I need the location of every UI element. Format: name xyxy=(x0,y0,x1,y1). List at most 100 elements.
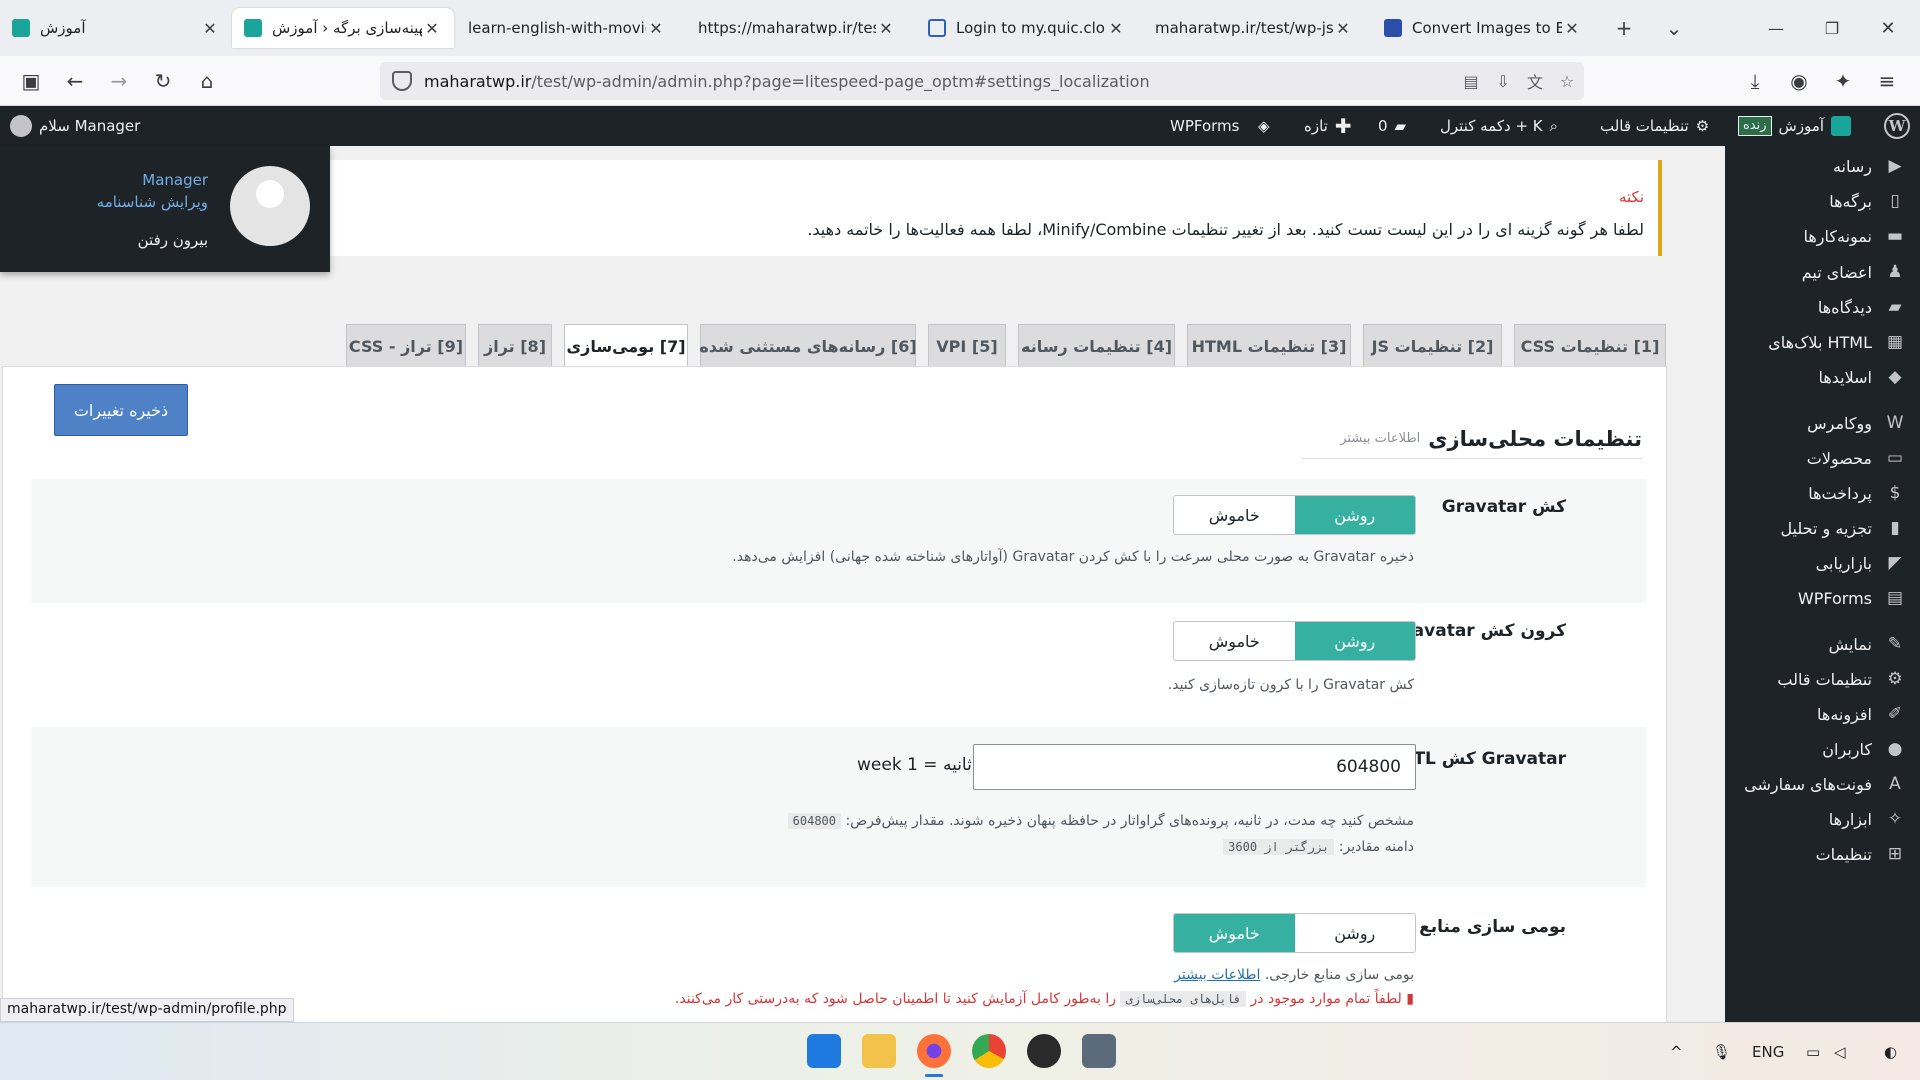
gravatar-cache-toggle[interactable]: خاموش روشن xyxy=(1173,495,1416,535)
toggle-on-option[interactable]: روشن xyxy=(1294,496,1415,534)
sidebar-item[interactable]: تجزیه و تحلیل ▮ xyxy=(1725,508,1920,548)
file-explorer-icon[interactable] xyxy=(862,1034,896,1068)
toggle-on-option[interactable]: روشن xyxy=(1294,622,1415,660)
tab-close-icon[interactable]: ✕ xyxy=(422,19,442,38)
browser-tab-active[interactable]: بهینه‌سازی برگه ‹ آموزش ✕ xyxy=(232,8,454,48)
sidebar-item[interactable]: تنظیمات ⊞ xyxy=(1725,834,1920,874)
close-window-button[interactable]: ✕ xyxy=(1868,8,1908,48)
tab-close-icon[interactable]: ✕ xyxy=(876,19,896,38)
tab-js-settings[interactable]: [2] تنظیمات JS xyxy=(1363,324,1502,368)
sidebar-item[interactable]: نمونه‌کارها ▬ xyxy=(1725,216,1920,256)
toggle-off-option[interactable]: خاموش xyxy=(1174,914,1295,952)
save-page-icon[interactable]: ⇩ xyxy=(1492,70,1514,92)
browser-tab[interactable]: Login to my.quic.cloud | ✕ xyxy=(916,8,1138,48)
logout-link[interactable]: بیرون رفتن xyxy=(138,231,208,249)
browser-tab[interactable]: https://maharatwp.ir/test/ ✕ xyxy=(686,8,908,48)
reader-view-icon[interactable]: ▤ xyxy=(1460,70,1482,92)
tab-list-chevron-icon[interactable]: ⌄ xyxy=(1654,8,1694,48)
notification-bell-icon[interactable]: ◐ xyxy=(1884,1023,1897,1080)
more-info-link[interactable]: اطلاعات بیشتر xyxy=(1174,967,1260,983)
section-more-info-link[interactable]: اطلاعات بیشتر xyxy=(1340,431,1420,446)
site-name-menu[interactable]: زنده آموزش xyxy=(1738,106,1852,146)
comments-menu[interactable]: 0 ▰ xyxy=(1378,106,1406,146)
home-icon[interactable]: ⌂ xyxy=(192,66,222,96)
sidebar-toggle-icon[interactable]: ▣ xyxy=(16,66,46,96)
browser-tab[interactable]: Convert Images to Base ✕ xyxy=(1372,8,1594,48)
avatar[interactable] xyxy=(230,166,310,246)
edit-profile-link[interactable]: ویرایش شناسنامه xyxy=(97,193,208,211)
back-arrow-icon[interactable]: ← xyxy=(60,66,90,96)
tab-tuning-css[interactable]: [9] تراز - CSS xyxy=(346,324,466,368)
sidebar-item[interactable]: تنظیمات قالب ⚙ xyxy=(1725,659,1920,699)
tab-localization[interactable]: [7] بومی‌سازی xyxy=(564,324,688,369)
user-display-name[interactable]: Manager xyxy=(142,171,208,189)
gravatar-ttl-input[interactable]: 604800 xyxy=(973,744,1416,790)
toggle-on-option[interactable]: روشن xyxy=(1294,914,1415,952)
sidebar-item[interactable]: ووکامرس W xyxy=(1725,403,1920,443)
tab-close-icon[interactable]: ✕ xyxy=(646,19,666,38)
tab-close-icon[interactable]: ✕ xyxy=(1562,19,1582,38)
tab-close-icon[interactable]: ✕ xyxy=(200,19,220,38)
tab-vpi[interactable]: [5] VPI xyxy=(928,324,1006,368)
tab-close-icon[interactable]: ✕ xyxy=(1106,19,1126,38)
sidebar-item[interactable]: اعضای تیم ♟ xyxy=(1725,252,1920,292)
wp-logo-menu[interactable]: W xyxy=(1884,106,1910,146)
localize-resources-toggle[interactable]: خاموش روشن xyxy=(1173,913,1416,953)
calculator-icon[interactable] xyxy=(1082,1034,1116,1068)
sidebar-item[interactable]: بازاریابی ◤ xyxy=(1725,543,1920,583)
firefox-icon[interactable] xyxy=(917,1034,951,1068)
tracking-shield-icon[interactable] xyxy=(392,71,412,91)
toggle-off-option[interactable]: خاموش xyxy=(1174,622,1295,660)
translate-icon[interactable]: 文 xyxy=(1524,70,1546,92)
tab-media-settings[interactable]: [4] تنظیمات رسانه xyxy=(1018,324,1175,368)
bookmark-star-icon[interactable]: ☆ xyxy=(1556,70,1578,92)
theme-diamond-icon[interactable]: ◈ xyxy=(1258,106,1270,146)
gravatar-cron-toggle[interactable]: خاموش روشن xyxy=(1173,621,1416,661)
browser-tab[interactable]: maharatwp.ir/test/wp-json/ ✕ xyxy=(1143,8,1365,48)
toggle-off-option[interactable]: خاموش xyxy=(1174,496,1295,534)
extensions-icon[interactable]: ✦ xyxy=(1828,66,1858,96)
downloads-icon[interactable]: ⤓ xyxy=(1740,66,1770,96)
sidebar-item[interactable]: فونت‌های سفارشی A xyxy=(1725,764,1920,804)
tab-close-icon[interactable]: ✕ xyxy=(1333,19,1353,38)
sidebar-item[interactable]: اسلایدها ◆ xyxy=(1725,357,1920,397)
sidebar-item[interactable]: رسانه ▶ xyxy=(1725,146,1920,186)
tab-tuning[interactable]: [8] تراز xyxy=(478,324,552,368)
forward-arrow-icon[interactable]: → xyxy=(104,66,134,96)
browser-tab[interactable]: learn-english-with-movies- ✕ xyxy=(456,8,678,48)
sidebar-item[interactable]: دیدگاه‌ها ▰ xyxy=(1725,287,1920,327)
volume-icon[interactable]: ◁ xyxy=(1834,1023,1846,1080)
tab-html-settings[interactable]: [3] تنظیمات HTML xyxy=(1187,324,1351,368)
new-tab-button[interactable]: + xyxy=(1604,8,1644,48)
sidebar-item[interactable]: نمایش ✎ xyxy=(1725,624,1920,664)
sidebar-item[interactable]: پرداخت‌ها $ xyxy=(1725,473,1920,513)
menu-hamburger-icon[interactable]: ≡ xyxy=(1872,66,1902,96)
sidebar-item[interactable]: افزونه‌ها ✐ xyxy=(1725,694,1920,734)
command-palette-button[interactable]: دکمه کنترل + K ⌕ xyxy=(1440,106,1558,146)
network-icon[interactable]: ▭ xyxy=(1806,1023,1820,1080)
sidebar-item[interactable]: WPForms ▤ xyxy=(1725,578,1920,618)
microphone-icon[interactable]: 🎙 xyxy=(1712,1023,1731,1080)
windows-start-icon[interactable] xyxy=(807,1034,841,1068)
chrome-icon[interactable] xyxy=(972,1034,1006,1068)
save-changes-button[interactable]: ذخیره تغییرات xyxy=(54,384,188,436)
theme-settings-menu[interactable]: تنظیمات قالب ⚙ xyxy=(1600,106,1709,146)
my-account-menu[interactable]: سلام Manager xyxy=(10,106,140,146)
sidebar-item[interactable]: کاربران ● xyxy=(1725,729,1920,769)
input-language[interactable]: ENG xyxy=(1752,1023,1784,1080)
sidebar-item[interactable]: ابزارها ✧ xyxy=(1725,799,1920,839)
browser-tab[interactable]: آموزش ✕ xyxy=(0,8,232,48)
sidebar-item[interactable]: بلاک‌های HTML ▦ xyxy=(1725,322,1920,362)
minimize-button[interactable]: — xyxy=(1756,8,1796,48)
wpforms-menu[interactable]: WPForms xyxy=(1170,106,1239,146)
reload-icon[interactable]: ↻ xyxy=(148,66,178,96)
tab-css-settings[interactable]: [1] تنظیمات CSS xyxy=(1514,324,1666,368)
restore-button[interactable]: ❐ xyxy=(1812,8,1852,48)
sidebar-item[interactable]: محصولات ▭ xyxy=(1725,438,1920,478)
tab-excluded-media[interactable]: [6] رسانه‌های مستثنی شده xyxy=(699,324,917,368)
new-content-menu[interactable]: تازه ✚ xyxy=(1304,106,1352,146)
screen-recorder-icon[interactable] xyxy=(1027,1034,1061,1068)
sidebar-item[interactable]: برگه‌ها ▯ xyxy=(1725,181,1920,221)
account-icon[interactable]: ◉ xyxy=(1784,66,1814,96)
tray-chevron-icon[interactable]: ^ xyxy=(1670,1023,1683,1080)
